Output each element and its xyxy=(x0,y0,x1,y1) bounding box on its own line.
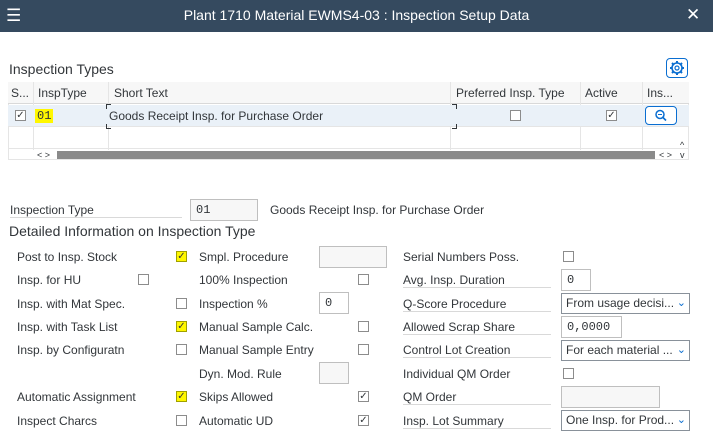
scroll-down-arrow[interactable]: v xyxy=(680,150,685,160)
serial-numbers-checkbox[interactable] xyxy=(563,251,574,262)
insp-with-mat-spec-label: Insp. with Mat Spec. xyxy=(17,297,126,311)
insp-with-task-list-label: Insp. with Task List xyxy=(17,320,118,334)
hundred-pct-inspection-checkbox[interactable] xyxy=(358,274,369,285)
serial-numbers-label: Serial Numbers Poss. xyxy=(403,250,520,264)
smpl-procedure-label: Smpl. Procedure xyxy=(199,250,289,264)
col-select-header[interactable]: S... xyxy=(11,86,29,100)
inspection-types-heading: Inspection Types xyxy=(9,61,114,77)
insp-with-task-list-checkbox[interactable]: ✓ xyxy=(176,321,187,332)
manual-sample-calc-checkbox[interactable] xyxy=(358,321,369,332)
manual-sample-entry-checkbox[interactable] xyxy=(358,344,369,355)
manual-sample-entry-label: Manual Sample Entry xyxy=(199,343,314,357)
window-title: Plant 1710 Material EWMS4-03 : Inspectio… xyxy=(183,7,530,23)
chevron-down-icon: ⌄ xyxy=(676,414,686,426)
col-insptype-header[interactable]: InspType xyxy=(38,86,87,100)
short-text-cell[interactable]: Goods Receipt Insp. for Purchase Order xyxy=(109,109,323,123)
automatic-assignment-checkbox[interactable]: ✓ xyxy=(176,391,187,402)
col-preferred-header[interactable]: Preferred Insp. Type xyxy=(456,86,565,100)
active-checkbox[interactable]: ✓ xyxy=(606,110,617,121)
scroll-right-arrows[interactable]: < > xyxy=(659,150,672,160)
qscore-procedure-value: From usage decisi... xyxy=(566,296,675,310)
focus-corner xyxy=(452,104,457,109)
col-ins-header[interactable]: Ins... xyxy=(647,86,673,100)
insp-with-mat-spec-checkbox[interactable] xyxy=(176,298,187,309)
control-lot-creation-label: Control Lot Creation xyxy=(403,343,551,358)
avg-insp-duration-field[interactable]: 0 xyxy=(561,269,591,291)
automatic-ud-checkbox[interactable]: ✓ xyxy=(358,415,369,426)
qm-order-label: QM Order xyxy=(403,390,551,405)
control-lot-creation-dropdown[interactable]: For each material ... ⌄ xyxy=(561,340,690,361)
row-select-checkbox[interactable]: ✓ xyxy=(15,110,26,121)
inspection-type-text: Goods Receipt Insp. for Purchase Order xyxy=(270,203,485,217)
insp-lot-summary-value: One Insp. for Prod... xyxy=(566,413,675,427)
close-icon[interactable]: ✕ xyxy=(686,5,700,25)
chevron-down-icon: ⌄ xyxy=(676,297,686,309)
horizontal-scrollbar[interactable] xyxy=(57,151,655,159)
chevron-down-icon: ⌄ xyxy=(676,344,686,356)
inspection-type-label: Inspection Type xyxy=(10,203,182,218)
qm-order-field[interactable] xyxy=(561,386,660,408)
qscore-procedure-dropdown[interactable]: From usage decisi... ⌄ xyxy=(561,293,690,314)
insp-lot-summary-dropdown[interactable]: One Insp. for Prod... ⌄ xyxy=(561,410,690,431)
avg-insp-duration-label: Avg. Insp. Duration xyxy=(403,273,551,288)
automatic-ud-label: Automatic UD xyxy=(199,414,274,428)
qscore-procedure-label: Q-Score Procedure xyxy=(403,297,551,312)
col-shorttext-header[interactable]: Short Text xyxy=(114,86,168,100)
individual-qm-order-checkbox[interactable] xyxy=(563,368,574,379)
col-active-header[interactable]: Active xyxy=(585,86,618,100)
insp-type-value: 01 xyxy=(35,109,54,123)
gear-icon xyxy=(670,61,684,75)
inspect-charcs-label: Inspect Charcs xyxy=(17,414,98,428)
preferred-checkbox[interactable] xyxy=(510,110,521,121)
insp-lot-summary-label: Insp. Lot Summary xyxy=(403,414,551,429)
control-lot-creation-value: For each material ... xyxy=(566,343,673,357)
dyn-mod-rule-field[interactable] xyxy=(319,362,349,384)
table-row[interactable] xyxy=(8,127,689,149)
settings-button[interactable] xyxy=(666,58,688,78)
manual-sample-calc-label: Manual Sample Calc. xyxy=(199,320,314,334)
inspection-pct-field[interactable]: 0 xyxy=(319,292,349,314)
title-bar: ☰ Plant 1710 Material EWMS4-03 : Inspect… xyxy=(0,0,713,32)
post-to-insp-stock-label: Post to Insp. Stock xyxy=(17,250,118,264)
detail-heading: Detailed Information on Inspection Type xyxy=(9,223,256,239)
post-to-insp-stock-checkbox[interactable]: ✓ xyxy=(176,251,187,262)
inspect-charcs-checkbox[interactable] xyxy=(176,415,187,426)
automatic-assignment-label: Automatic Assignment xyxy=(17,390,136,404)
insp-for-hu-label: Insp. for HU xyxy=(17,273,82,287)
details-button[interactable] xyxy=(645,106,677,125)
skips-allowed-label: Skips Allowed xyxy=(199,390,274,404)
insp-by-configuratn-checkbox[interactable] xyxy=(176,344,187,355)
insp-type-cell[interactable]: 01 xyxy=(35,109,54,123)
magnifier-icon xyxy=(655,109,667,122)
allowed-scrap-share-label: Allowed Scrap Share xyxy=(403,320,551,335)
insp-for-hu-checkbox[interactable] xyxy=(138,274,149,285)
scroll-left-arrows[interactable]: < > xyxy=(37,150,50,160)
inspection-type-field[interactable]: 01 xyxy=(190,199,258,221)
inspection-pct-label: Inspection % xyxy=(199,297,268,311)
skips-allowed-checkbox[interactable]: ✓ xyxy=(358,391,369,402)
individual-qm-order-label: Individual QM Order xyxy=(403,367,511,381)
hundred-pct-inspection-label: 100% Inspection xyxy=(199,273,288,287)
scroll-up-arrow[interactable]: ^ xyxy=(680,140,684,150)
insp-by-configuratn-label: Insp. by Configuratn xyxy=(17,343,125,357)
dyn-mod-rule-label: Dyn. Mod. Rule xyxy=(199,367,282,381)
smpl-procedure-field[interactable] xyxy=(319,246,387,268)
allowed-scrap-share-field[interactable]: 0,0000 xyxy=(561,316,622,338)
